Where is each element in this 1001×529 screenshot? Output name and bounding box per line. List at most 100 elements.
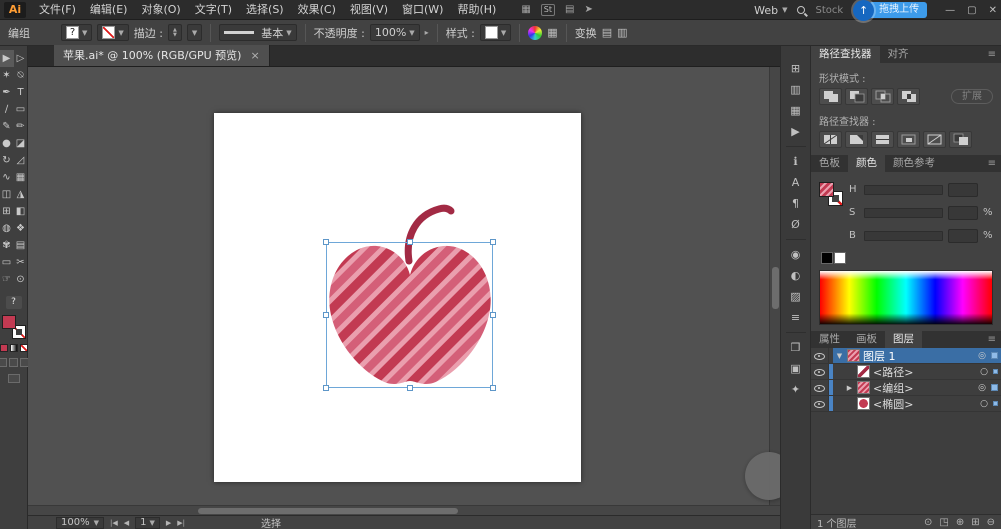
fill-swatch[interactable] [1, 315, 16, 329]
selection-proxy[interactable] [993, 401, 998, 406]
fill-stroke-widget[interactable] [1, 315, 26, 339]
opacity-flyout-icon[interactable]: ▸ [425, 28, 429, 37]
paragraph-icon[interactable]: ¶ [785, 193, 807, 214]
lasso-tool[interactable]: ⍉ [14, 67, 28, 84]
rectangle-tool[interactable]: ▭ [14, 101, 28, 118]
minus-back-button[interactable] [949, 131, 972, 148]
zoom-dropdown[interactable]: 100% ▼ [56, 516, 104, 529]
search-icon[interactable] [797, 6, 806, 14]
visibility-cell[interactable] [811, 380, 829, 395]
tab-color[interactable]: 颜色 [848, 155, 885, 172]
tab-artboards[interactable]: 画板 [848, 331, 885, 348]
layer-row-main[interactable]: ▼ 图层 1 ◎ [833, 348, 1001, 363]
share-icon[interactable]: ➤ [584, 4, 592, 15]
saturation-value-field[interactable] [948, 205, 978, 220]
brushes-icon[interactable]: ▥ [785, 79, 807, 100]
layout-grid-icon[interactable]: ▦ [521, 4, 530, 15]
opentype-icon[interactable]: Ø [785, 214, 807, 235]
width-tool[interactable]: ∿ [0, 169, 14, 186]
menu-file[interactable]: 文件(F) [32, 0, 83, 20]
isolate-icon[interactable]: ▤ [602, 26, 612, 39]
layer-row[interactable]: ▼ 图层 1 ◎ [811, 348, 1001, 364]
column-graph-tool[interactable]: ▤ [14, 237, 28, 254]
layer-name[interactable]: <编组> [873, 380, 975, 396]
rotate-tool[interactable]: ↻ [0, 152, 14, 169]
pen-tool[interactable]: ✒ [0, 84, 14, 101]
artboard-number-dropdown[interactable]: 1 ▼ [135, 516, 160, 529]
brush-definition-dropdown[interactable]: 基本 ▼ [219, 24, 297, 41]
selection-handle[interactable] [406, 239, 413, 245]
selection-handle[interactable] [323, 312, 329, 318]
divide-button[interactable] [819, 131, 842, 148]
mesh-tool[interactable]: ⊞ [0, 203, 14, 220]
selection-bounding-box[interactable] [323, 239, 496, 391]
previous-artboard-icon[interactable]: ◀ [124, 519, 129, 527]
draw-normal-icon[interactable] [0, 358, 7, 367]
merge-button[interactable] [871, 131, 894, 148]
paintbrush-tool[interactable]: ✎ [0, 118, 14, 135]
selection-proxy[interactable] [993, 369, 998, 374]
unite-button[interactable] [819, 88, 842, 105]
menu-help[interactable]: 帮助(H) [450, 0, 503, 20]
select-similar-icon[interactable]: ▥ [617, 26, 627, 39]
selection-proxy[interactable] [991, 384, 998, 391]
stroke-color-dropdown[interactable]: ▼ [97, 24, 129, 41]
visibility-cell[interactable] [811, 364, 829, 379]
close-button[interactable]: ✕ [989, 5, 997, 16]
tab-color-guide[interactable]: 颜色参考 [885, 155, 943, 172]
layer-row[interactable]: <椭圆> ○ [811, 396, 1001, 412]
vertical-scrollbar[interactable] [769, 67, 780, 505]
blend-tool[interactable]: ❖ [14, 220, 28, 237]
draw-behind-icon[interactable] [9, 358, 18, 367]
vertical-scrollbar-thumb[interactable] [772, 267, 779, 309]
gradient-button[interactable] [9, 344, 18, 352]
workspace-switcher[interactable]: Web ▼ [754, 4, 787, 17]
color-button[interactable] [0, 344, 8, 352]
locate-object-icon[interactable]: ⊙ [924, 517, 932, 528]
scale-tool[interactable]: ◿ [14, 152, 28, 169]
type-tool[interactable]: T [14, 84, 28, 101]
document-tab[interactable]: 苹果.ai* @ 100% (RGB/GPU 预览) × [54, 45, 270, 66]
upload-overlay[interactable]: ↑ 拖拽上传 [853, 0, 928, 21]
selection-proxy[interactable] [991, 352, 998, 359]
expander-icon[interactable]: ▶ [845, 384, 854, 392]
layer-name[interactable]: 图层 1 [863, 348, 975, 364]
none-button[interactable] [19, 344, 28, 352]
delete-layer-icon[interactable]: ⊖ [987, 517, 995, 528]
layer-name[interactable]: <椭圆> [873, 396, 977, 412]
menu-type[interactable]: 文字(T) [188, 0, 239, 20]
perspective-grid-tool[interactable]: ◮ [14, 186, 28, 203]
panel-menu-icon[interactable]: ≡ [988, 46, 1001, 63]
color-spectrum[interactable] [819, 270, 993, 325]
fill-swatch[interactable] [819, 182, 834, 197]
appearance-icon[interactable]: ◉ [785, 244, 807, 265]
selection-handle[interactable] [490, 385, 496, 391]
canvas[interactable] [28, 67, 780, 505]
line-segment-tool[interactable]: ∕ [0, 101, 14, 118]
tab-properties[interactable]: 属性 [811, 331, 848, 348]
info-icon[interactable]: ℹ [785, 151, 807, 172]
layer-row-main[interactable]: <椭圆> ○ [833, 396, 1001, 411]
restore-button[interactable]: ▢ [967, 5, 976, 16]
expand-button[interactable]: 扩展 [951, 89, 993, 104]
menu-select[interactable]: 选择(S) [239, 0, 291, 20]
menu-edit[interactable]: 编辑(E) [83, 0, 135, 20]
hue-value-field[interactable] [948, 182, 978, 197]
fill-color-dropdown[interactable]: ? ▼ [61, 24, 93, 41]
layer-row-main[interactable]: ▶ <编组> ◎ [833, 380, 1001, 395]
panel-menu-icon[interactable]: ≡ [988, 155, 1001, 172]
symbols-icon[interactable]: ⊞ [785, 58, 807, 79]
graphic-styles-icon[interactable]: ❒ [785, 337, 807, 358]
symbol-sprayer-tool[interactable]: ✾ [0, 237, 14, 254]
tab-swatches[interactable]: 色板 [811, 155, 848, 172]
gradient-tool[interactable]: ◧ [14, 203, 28, 220]
expander-icon[interactable]: ▼ [835, 352, 844, 360]
eraser-tool[interactable]: ◪ [14, 135, 28, 152]
horizontal-scrollbar[interactable] [28, 505, 780, 515]
align-grid-icon[interactable]: ▦ [547, 26, 557, 39]
swatches-icon[interactable]: ▦ [785, 100, 807, 121]
floating-widget[interactable] [745, 452, 780, 500]
clipping-mask-icon[interactable]: ◳ [939, 517, 948, 528]
layer-row-main[interactable]: <路径> ○ [833, 364, 1001, 379]
transparency-icon[interactable]: ▨ [785, 286, 807, 307]
